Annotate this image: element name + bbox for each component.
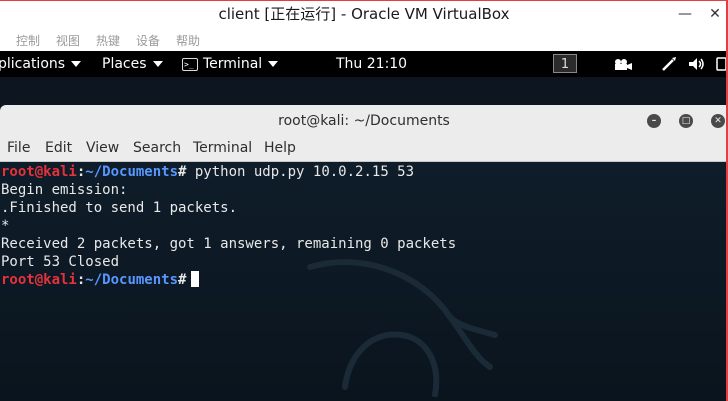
gnome-top-bar: plications Places >_ Terminal Thu 21:10 1 [0,51,728,77]
applications-menu[interactable]: plications [0,56,82,72]
menu-terminal[interactable]: Terminal [193,140,252,156]
terminal-app-menu[interactable]: >_ Terminal [182,56,279,72]
prompt-path: ~/Documents [85,164,179,180]
output-line: * [1,218,10,234]
vbox-menu-help[interactable]: 帮助 [176,32,200,49]
menu-view[interactable]: View [86,140,119,156]
menu-search[interactable]: Search [133,140,181,156]
pen-tool-icon[interactable] [661,56,677,72]
prompt-path: ~/Documents [85,272,179,288]
chevron-down-icon [71,61,82,67]
vbox-menu-bar: 控制 视图 热键 设备 帮助 [0,27,728,51]
menu-help[interactable]: Help [264,140,296,156]
terminal-menu-bar: File Edit View Search Terminal Help [0,138,728,162]
power-icon[interactable] [716,56,726,72]
minimize-icon[interactable]: – [647,114,661,128]
menu-edit[interactable]: Edit [45,140,72,156]
vbox-title-bar: client [正在运行] - Oracle VM VirtualBox — ✕ [0,0,728,27]
prompt-user-host: root@kali [1,164,77,180]
vbox-window-title: client [正在运行] - Oracle VM VirtualBox [218,5,510,23]
chevron-down-icon [152,61,163,67]
clock[interactable]: Thu 21:10 [336,56,407,72]
vbox-menu-hotkey[interactable]: 热键 [96,32,120,49]
terminal-title-bar: root@kali: ~/Documents – □ ✕ [0,105,728,138]
minimize-icon[interactable]: — [670,1,700,27]
command-line: root@kali:~/Documents# python udp.py 10.… [1,163,456,181]
menu-file[interactable]: File [7,140,30,156]
terminal-icon: >_ [182,57,198,71]
command-text: python udp.py 10.0.2.15 53 [186,164,415,180]
maximize-icon[interactable]: □ [679,114,693,128]
vbox-menu-devices[interactable]: 设备 [136,32,160,49]
volume-icon[interactable] [688,57,706,71]
current-prompt-line[interactable]: root@kali:~/Documents# [1,271,456,289]
workspace-indicator[interactable]: 1 [553,54,577,73]
output-line: Port 53 Closed [1,254,120,270]
prompt-user-host: root@kali [1,272,77,288]
vbox-menu-view[interactable]: 视图 [56,32,80,49]
vbox-menu-control[interactable]: 控制 [16,32,40,49]
desktop-background [0,77,728,105]
output-line: Received 2 packets, got 1 answers, remai… [1,236,457,252]
video-camera-icon[interactable] [613,58,633,71]
terminal-body[interactable]: root@kali:~/Documents# python udp.py 10.… [0,162,726,401]
output-line: Begin emission: [1,182,128,198]
output-line: .Finished to send 1 packets. [1,200,238,216]
close-icon[interactable]: ✕ [700,1,728,27]
close-icon[interactable]: ✕ [711,114,725,128]
terminal-output: root@kali:~/Documents# python udp.py 10.… [1,163,456,289]
text-cursor [191,271,200,287]
prompt-symbol: # [178,272,187,288]
chevron-down-icon [268,61,279,67]
terminal-window-title: root@kali: ~/Documents [278,113,450,129]
places-menu[interactable]: Places [102,56,163,72]
